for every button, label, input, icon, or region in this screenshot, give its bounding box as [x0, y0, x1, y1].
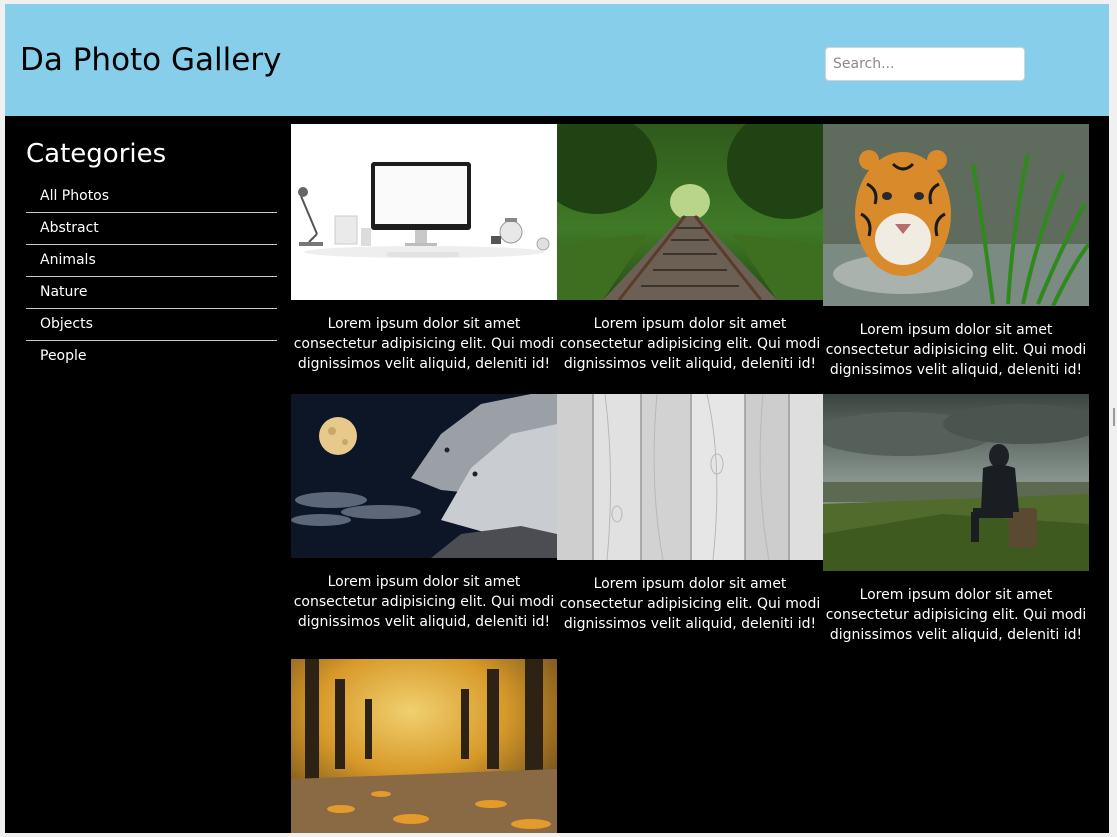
category-nature[interactable]: Nature	[26, 277, 277, 309]
gallery-card[interactable]: Lorem ipsum dolor sit amet consectetur a…	[291, 394, 557, 632]
header: Da Photo Gallery	[5, 4, 1109, 116]
gallery-card[interactable]: Lorem ipsum dolor sit amet consectetur a…	[823, 394, 1089, 645]
gallery-card[interactable]: Lorem ipsum dolor sit amet consectetur a…	[557, 394, 823, 634]
photo-caption: Lorem ipsum dolor sit amet consectetur a…	[559, 316, 821, 372]
category-abstract[interactable]: Abstract	[26, 213, 277, 245]
category-animals[interactable]: Animals	[26, 245, 277, 277]
photo-caption: Lorem ipsum dolor sit amet consectetur a…	[825, 587, 1087, 643]
photo-caption: Lorem ipsum dolor sit amet consectetur a…	[293, 316, 555, 372]
site-title: Da Photo Gallery	[20, 42, 282, 78]
photo-caption: Lorem ipsum dolor sit amet consectetur a…	[293, 574, 555, 630]
app-frame: Da Photo Gallery Categories All Photos A…	[5, 4, 1109, 833]
category-objects[interactable]: Objects	[26, 309, 277, 341]
photo-caption: Lorem ipsum dolor sit amet consectetur a…	[559, 576, 821, 632]
photo-wolves-moon[interactable]	[291, 394, 557, 558]
category-people[interactable]: People	[26, 341, 277, 373]
category-list: All Photos Abstract Animals Nature Objec…	[26, 181, 277, 373]
gallery-card[interactable]: Lorem ipsum dolor sit amet consectetur a…	[557, 124, 823, 374]
scrollbar-thumb[interactable]	[1113, 408, 1115, 426]
sidebar: Categories All Photos Abstract Animals N…	[26, 137, 277, 373]
gallery-card[interactable]: Lorem ipsum dolor sit amet consectetur a…	[823, 124, 1089, 380]
search-input[interactable]	[825, 47, 1025, 81]
sidebar-title: Categories	[26, 139, 167, 169]
gallery-card[interactable]: Lorem ipsum dolor sit amet consectetur a…	[291, 124, 557, 374]
photo-person-landscape[interactable]	[823, 394, 1089, 571]
photo-desk-computer[interactable]	[291, 124, 557, 300]
photo-railway-track[interactable]	[557, 124, 823, 300]
photo-autumn-path[interactable]	[291, 659, 557, 833]
gallery-card[interactable]	[291, 659, 557, 833]
photo-white-wood[interactable]	[557, 394, 823, 560]
photo-tiger[interactable]	[823, 124, 1089, 306]
category-all-photos[interactable]: All Photos	[26, 181, 277, 213]
photo-caption: Lorem ipsum dolor sit amet consectetur a…	[825, 322, 1087, 378]
